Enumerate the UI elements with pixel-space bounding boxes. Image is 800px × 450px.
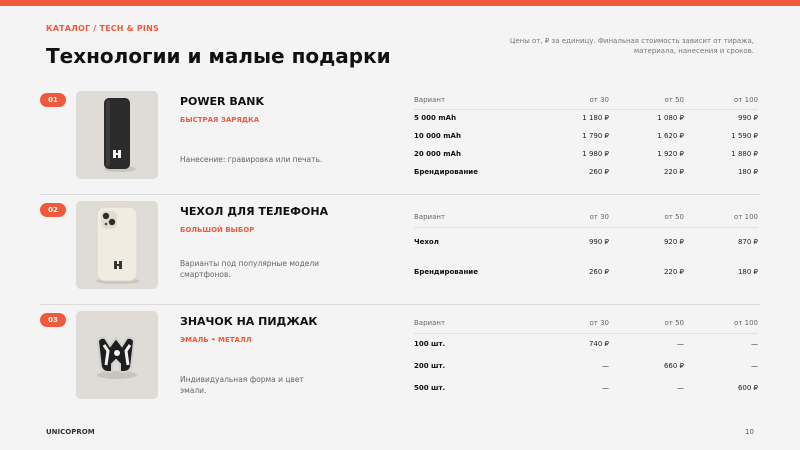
price-table-header: Вариант от 30 от 50 от 100 xyxy=(414,91,758,110)
price-cell: — xyxy=(751,340,758,349)
product-description: Нанесение: гравировка или печать. xyxy=(180,155,323,164)
variant-cell: 100 шт. xyxy=(414,340,446,349)
top-accent-bar xyxy=(0,0,800,6)
product-name: ЧЕХОЛ ДЛЯ ТЕЛЕФОНА xyxy=(180,205,329,218)
product-section-power-bank: 01 POWER BANK БЫСТРАЯ ЗАРЯДКА Нанесение:… xyxy=(40,91,760,191)
price-cell: 1 980 ₽ xyxy=(582,150,609,158)
price-cell: 920 ₽ xyxy=(663,238,684,247)
column-header: от 50 xyxy=(609,313,684,334)
enamel-pin-photo xyxy=(76,311,158,399)
price-cell: — xyxy=(677,340,684,349)
variant-cell: 200 шт. xyxy=(414,362,446,370)
column-header: от 30 xyxy=(534,91,609,110)
column-header: Вариант xyxy=(414,207,534,228)
price-cell: 660 ₽ xyxy=(663,362,684,370)
phone-case-photo xyxy=(76,201,158,289)
product-tag: БЫСТРАЯ ЗАРЯДКА xyxy=(180,116,260,124)
column-header: Вариант xyxy=(414,313,534,334)
price-cell: — xyxy=(751,362,758,370)
price-table-header: Вариант от 30 от 50 от 100 xyxy=(414,313,758,334)
product-number-badge: 03 xyxy=(40,313,66,327)
price-cell: 220 ₽ xyxy=(663,168,684,176)
variant-cell: 10 000 mAh xyxy=(414,132,461,140)
price-cell: — xyxy=(602,384,609,392)
variant-cell: 500 шт. xyxy=(414,384,446,392)
price-note-line: материала, нанесения и сроков. xyxy=(633,47,754,55)
power-bank-image xyxy=(76,91,158,179)
price-cell: 600 ₽ xyxy=(737,384,758,392)
price-cell: 1 590 ₽ xyxy=(731,132,758,140)
table-row: 5 000 mAh 1 180 ₽ 1 080 ₽ 990 ₽ xyxy=(414,109,758,127)
table-row: 500 шт. — — 600 ₽ xyxy=(414,377,758,399)
price-table-header: Вариант от 30 от 50 от 100 xyxy=(414,207,758,228)
price-cell: 870 ₽ xyxy=(737,238,758,247)
column-header: от 100 xyxy=(684,91,758,110)
table-row: 200 шт. — 660 ₽ — xyxy=(414,355,758,377)
breadcrumb: КАТАЛОГ / TECH & PINS xyxy=(46,24,159,33)
column-header: от 100 xyxy=(684,313,758,334)
product-tag: ЭМАЛЬ • МЕТАЛЛ xyxy=(180,336,252,344)
table-row: 20 000 mAh 1 980 ₽ 1 920 ₽ 1 880 ₽ xyxy=(414,145,758,163)
product-name: ЗНАЧОК НА ПИДЖАК xyxy=(180,315,318,328)
product-description: Индивидуальная форма и цвет эмали. xyxy=(180,375,304,395)
page-number: 10 xyxy=(745,428,754,436)
price-cell: 180 ₽ xyxy=(737,168,758,176)
price-note-line: Цены от, ₽ за единицу. Финальная стоимос… xyxy=(509,37,754,45)
variant-cell: 20 000 mAh xyxy=(414,150,461,158)
price-cell: 1 180 ₽ xyxy=(582,114,609,123)
phone-case-image xyxy=(76,201,158,289)
price-cell: 1 880 ₽ xyxy=(731,150,758,158)
column-header: от 100 xyxy=(684,207,758,228)
price-cell: 220 ₽ xyxy=(663,268,684,276)
product-number-badge: 01 xyxy=(40,93,66,107)
column-header: от 50 xyxy=(609,207,684,228)
power-bank-photo xyxy=(76,91,158,179)
price-cell: 990 ₽ xyxy=(737,114,758,123)
price-cell: 1 790 ₽ xyxy=(582,132,609,140)
table-row: 10 000 mAh 1 790 ₽ 1 620 ₽ 1 590 ₽ xyxy=(414,127,758,145)
price-table: Вариант от 30 от 50 от 100 100 шт. 740 ₽… xyxy=(414,313,758,399)
footer-brand: UNICOPROM xyxy=(46,428,95,436)
price-cell: — xyxy=(677,384,684,392)
price-cell: 180 ₽ xyxy=(737,268,758,276)
section-divider xyxy=(40,304,760,305)
price-cell: 990 ₽ xyxy=(588,238,609,247)
enamel-pin-image xyxy=(76,311,158,399)
variant-cell: 5 000 mAh xyxy=(414,114,457,123)
section-divider xyxy=(40,194,760,195)
price-cell: 260 ₽ xyxy=(588,268,609,276)
table-row: Чехол 990 ₽ 920 ₽ 870 ₽ xyxy=(414,227,758,257)
price-cell: 1 920 ₽ xyxy=(657,150,684,158)
column-header: от 50 xyxy=(609,91,684,110)
column-header: от 30 xyxy=(534,313,609,334)
product-tag: БОЛЬШОЙ ВЫБОР xyxy=(180,226,255,234)
product-name: POWER BANK xyxy=(180,95,264,108)
page-title: Технологии и малые подарки xyxy=(46,44,391,68)
table-row: Брендирование 260 ₽ 220 ₽ 180 ₽ xyxy=(414,163,758,181)
product-section-phone-case: 02 ЧЕХОЛ ДЛЯ ТЕЛЕФОНА БОЛЬШОЙ ВЫБОР Вари… xyxy=(40,201,760,301)
variant-cell: Чехол xyxy=(414,238,439,247)
product-description: Варианты под популярные модели смартфоно… xyxy=(180,259,320,279)
price-table: Вариант от 30 от 50 от 100 Чехол 990 ₽ 9… xyxy=(414,207,758,287)
price-cell: 1 080 ₽ xyxy=(657,114,684,123)
table-row: 100 шт. 740 ₽ — — xyxy=(414,333,758,355)
column-header: от 30 xyxy=(534,207,609,228)
price-note: Цены от, ₽ за единицу. Финальная стоимос… xyxy=(494,36,754,56)
column-header: Вариант xyxy=(414,91,534,110)
table-row: Брендирование 260 ₽ 220 ₽ 180 ₽ xyxy=(414,257,758,287)
price-cell: 1 620 ₽ xyxy=(657,132,684,140)
product-number-badge: 02 xyxy=(40,203,66,217)
product-section-enamel-pin: 03 ЗНАЧОК НА ПИДЖАК ЭМАЛЬ • МЕТАЛЛ Индив… xyxy=(40,311,760,411)
variant-cell: Брендирование xyxy=(414,168,478,176)
variant-cell: Брендирование xyxy=(414,268,478,276)
price-table: Вариант от 30 от 50 от 100 5 000 mAh 1 1… xyxy=(414,91,758,181)
price-cell: 260 ₽ xyxy=(588,168,609,176)
price-cell: 740 ₽ xyxy=(588,340,609,349)
price-cell: — xyxy=(602,362,609,370)
